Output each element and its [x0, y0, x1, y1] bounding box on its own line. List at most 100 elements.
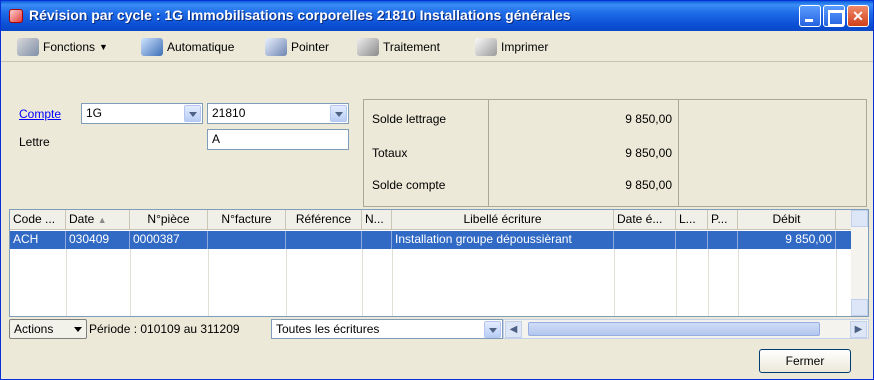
lettre-input[interactable]: A: [207, 129, 349, 150]
column-divider: [362, 249, 363, 316]
column-divider: [66, 249, 67, 316]
column-divider: [738, 249, 739, 316]
pointer-button[interactable]: Pointer: [265, 37, 329, 57]
fermer-button[interactable]: Fermer: [759, 349, 851, 373]
lettre-label: Lettre: [19, 135, 50, 149]
compte-link[interactable]: Compte: [19, 107, 61, 121]
summary-divider: [678, 100, 679, 206]
cell-debit: 9 850,00: [738, 231, 836, 249]
close-button[interactable]: ✕: [847, 5, 869, 27]
column-header-n[interactable]: N...: [362, 210, 392, 230]
account-filter-panel: Compte 1G 21810 Lettre A: [9, 99, 357, 207]
chevron-down-icon[interactable]: [184, 105, 201, 122]
horizontal-scrollbar[interactable]: ◀ ▶: [503, 319, 869, 339]
print-icon: [475, 38, 497, 56]
column-header-debit[interactable]: Débit: [738, 210, 836, 230]
cell-n: [362, 231, 392, 249]
scrollbar-thumb[interactable]: [528, 322, 820, 336]
fonctions-label: Fonctions: [43, 40, 96, 54]
table-row[interactable]: ACH 030409 0000387 Installation groupe d…: [10, 231, 852, 249]
compte-number-select[interactable]: 21810: [207, 103, 349, 124]
column-header-reference[interactable]: Référence: [286, 210, 362, 230]
imprimer-button[interactable]: Imprimer: [475, 37, 548, 57]
automatique-button[interactable]: Automatique: [141, 37, 234, 57]
cell-l: [676, 231, 708, 249]
solde-lettrage-label: Solde lettrage: [372, 112, 447, 126]
totaux-value: 9 850,00: [625, 146, 672, 160]
scroll-down-icon[interactable]: [851, 299, 868, 316]
column-divider: [286, 249, 287, 316]
compte-number-value: 21810: [212, 106, 246, 120]
processing-icon: [357, 38, 379, 56]
maximize-icon: [824, 6, 844, 26]
minimize-icon: [800, 6, 820, 26]
chevron-down-icon: [74, 327, 82, 332]
pointer-label: Pointer: [291, 40, 330, 54]
summary-divider: [488, 100, 489, 206]
column-divider: [836, 249, 837, 316]
entries-table: Code ... Date ▲ N°pièce N°facture Référe…: [9, 209, 869, 317]
cell-date-echeance: [614, 231, 676, 249]
window-title: Révision par cycle : 1G Immobilisations …: [29, 7, 571, 23]
maximize-button[interactable]: [823, 5, 845, 27]
balance-summary-panel: Solde lettrage 9 850,00 Totaux 9 850,00 …: [363, 99, 867, 207]
revision-window: Révision par cycle : 1G Immobilisations …: [0, 0, 874, 380]
cell-numfacture: [208, 231, 286, 249]
cell-libelle: Installation groupe dépoussièrant: [392, 231, 614, 249]
minimize-button[interactable]: [799, 5, 821, 27]
table-header: Code ... Date ▲ N°pièce N°facture Référe…: [10, 210, 852, 230]
scroll-left-icon[interactable]: ◀: [505, 321, 522, 338]
scroll-right-icon[interactable]: ▶: [850, 321, 867, 338]
sort-ascending-icon: ▲: [97, 215, 107, 225]
solde-lettrage-value: 9 850,00: [625, 112, 672, 126]
dropdown-caret-icon: ▼: [99, 42, 108, 52]
column-divider: [676, 249, 677, 316]
column-header-libelle[interactable]: Libellé écriture: [392, 210, 614, 230]
column-header-l[interactable]: L...: [676, 210, 708, 230]
fonctions-menu-button[interactable]: Fonctions ▼: [17, 37, 108, 57]
close-icon: ✕: [852, 8, 864, 24]
cell-code: ACH: [10, 231, 66, 249]
lettre-value: A: [212, 132, 221, 146]
column-header-p[interactable]: P...: [708, 210, 738, 230]
traitement-button[interactable]: Traitement: [357, 37, 440, 57]
automatic-icon: [141, 38, 163, 56]
actions-button[interactable]: Actions: [9, 319, 87, 339]
column-header-numfacture[interactable]: N°facture: [208, 210, 286, 230]
column-divider: [614, 249, 615, 316]
solde-compte-value: 9 850,00: [625, 178, 672, 192]
cell-date: 030409: [66, 231, 130, 249]
cell-reference: [286, 231, 362, 249]
column-header-date-echeance[interactable]: Date é...: [614, 210, 676, 230]
functions-icon: [17, 38, 39, 56]
traitement-label: Traitement: [383, 40, 440, 54]
column-divider: [708, 249, 709, 316]
column-divider: [208, 249, 209, 316]
chevron-down-icon[interactable]: [484, 321, 501, 338]
column-header-date[interactable]: Date ▲: [66, 210, 130, 230]
automatique-label: Automatique: [167, 40, 235, 54]
solde-compte-label: Solde compte: [372, 178, 446, 192]
toolbar: Fonctions ▼ Automatique Pointer Traiteme…: [1, 32, 873, 62]
pointer-icon: [265, 38, 287, 56]
vertical-scrollbar[interactable]: [851, 210, 868, 316]
cell-numpiece: 0000387: [130, 231, 208, 249]
column-divider: [130, 249, 131, 316]
totaux-label: Totaux: [372, 146, 408, 160]
compte-cycle-value: 1G: [86, 106, 103, 120]
imprimer-label: Imprimer: [501, 40, 549, 54]
chevron-down-icon[interactable]: [330, 105, 347, 122]
app-icon: [9, 9, 23, 23]
scroll-up-icon[interactable]: [851, 210, 868, 227]
bottom-bar: Actions Période : 010109 au 311209 Toute…: [9, 319, 869, 339]
entries-filter-select[interactable]: Toutes les écritures: [271, 319, 503, 339]
compte-cycle-select[interactable]: 1G: [81, 103, 203, 124]
filter-value: Toutes les écritures: [276, 322, 380, 336]
title-bar[interactable]: Révision par cycle : 1G Immobilisations …: [1, 1, 873, 31]
actions-label: Actions: [14, 322, 54, 336]
cell-p: [708, 231, 738, 249]
column-header-date-label: Date: [69, 212, 95, 226]
column-header-numpiece[interactable]: N°pièce: [130, 210, 208, 230]
column-header-code[interactable]: Code ...: [10, 210, 66, 230]
column-divider: [392, 249, 393, 316]
